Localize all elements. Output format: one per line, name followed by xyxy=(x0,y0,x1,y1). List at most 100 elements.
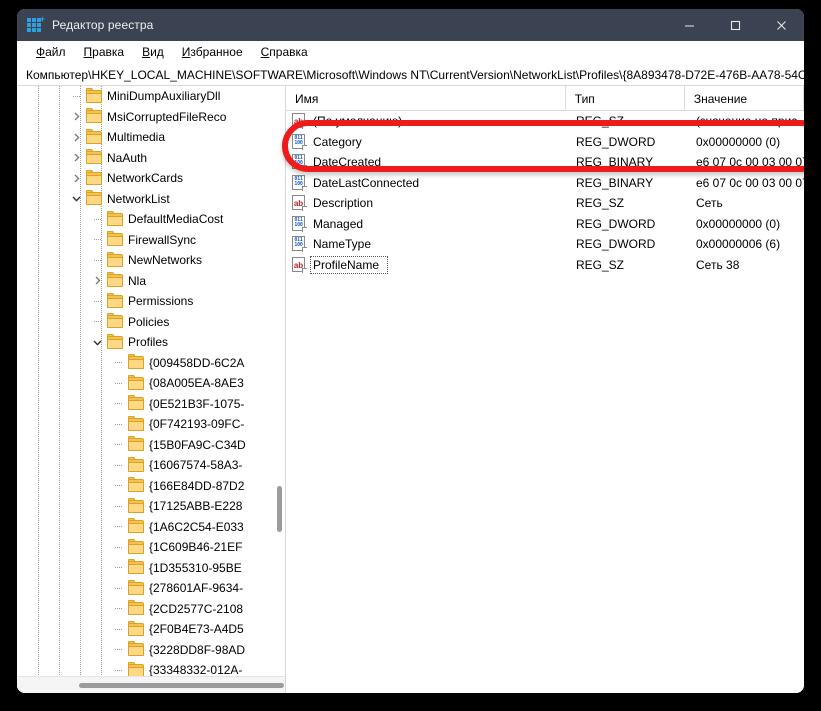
tree-item-18[interactable]: {16067574-58A3- xyxy=(17,455,285,476)
tree-item-17[interactable]: {15B0FA9C-C34D xyxy=(17,435,285,456)
tree-connector xyxy=(111,640,125,660)
value-row-6[interactable]: 011 100 NameType REG_DWORD 0x00000006 (6) xyxy=(286,234,804,255)
value-data: 0x00000000 (0) xyxy=(696,216,781,231)
tree-item-12[interactable]: Profiles xyxy=(17,332,285,353)
tree-connector xyxy=(111,353,125,373)
tree-item-16[interactable]: {0F742193-09FC- xyxy=(17,414,285,435)
folder-icon xyxy=(107,210,123,226)
chevron-right-icon[interactable] xyxy=(69,127,83,147)
tree-item-label: {1A6C2C54-E033 xyxy=(149,519,244,534)
menu-item-0[interactable]: Файл xyxy=(27,45,75,59)
value-row-3[interactable]: 011 100 DateLastConnected REG_BINARY e6 07 0… xyxy=(286,173,804,194)
tree-item-26[interactable]: {2F0B4E73-A4D5 xyxy=(17,619,285,640)
tree-item-label: {15B0FA9C-C34D xyxy=(149,437,246,452)
tree-item-19[interactable]: {166E84DD-87D2 xyxy=(17,476,285,497)
tree-vertical-scroll-thumb[interactable] xyxy=(277,486,282,532)
tree-item-3[interactable]: NaAuth xyxy=(17,148,285,169)
value-data: (значение не прис xyxy=(696,114,798,129)
menu-item-1[interactable]: Правка xyxy=(75,45,134,59)
folder-icon xyxy=(128,641,144,657)
tree-item-27[interactable]: {3228DD8F-98AD xyxy=(17,640,285,661)
folder-icon xyxy=(128,374,144,390)
minimize-button[interactable] xyxy=(666,9,712,41)
tree-item-label: Multimedia xyxy=(107,130,166,145)
tree-item-23[interactable]: {1D355310-95BE xyxy=(17,558,285,579)
tree-item-label: {17125ABB-E228 xyxy=(149,499,243,514)
tree-item-20[interactable]: {17125ABB-E228 xyxy=(17,496,285,517)
tree-item-7[interactable]: FirewallSync xyxy=(17,230,285,251)
tree-item-label: {33348332-012A- xyxy=(149,663,243,676)
value-data: 0x00000006 (6) xyxy=(696,237,781,252)
folder-icon xyxy=(107,231,123,247)
chevron-right-icon[interactable] xyxy=(90,271,104,291)
tree-item-14[interactable]: {08A005EA-8AE3 xyxy=(17,373,285,394)
chevron-right-icon[interactable] xyxy=(69,107,83,127)
tree-item-25[interactable]: {2CD2577C-2108 xyxy=(17,599,285,620)
tree-item-label: MiniDumpAuxiliaryDll xyxy=(107,89,221,104)
value-row-7[interactable]: ab ProfileName REG_SZ Сеть 38 xyxy=(286,255,804,276)
tree-item-0[interactable]: MiniDumpAuxiliaryDll xyxy=(17,86,285,107)
values-column-2[interactable]: Значение xyxy=(685,86,804,111)
value-data: Сеть 38 xyxy=(696,257,740,272)
value-type: REG_SZ xyxy=(576,257,625,272)
tree-item-label: {0F742193-09FC- xyxy=(149,417,245,432)
tree-horizontal-scroll-thumb[interactable] xyxy=(79,683,284,688)
registry-tree-list[interactable]: MiniDumpAuxiliaryDll MsiCorruptedFileReco… xyxy=(17,86,285,676)
folder-icon xyxy=(128,620,144,636)
tree-item-label: NaAuth xyxy=(107,150,148,165)
tree-item-11[interactable]: Policies xyxy=(17,312,285,333)
tree-item-10[interactable]: Permissions xyxy=(17,291,285,312)
value-row-5[interactable]: 011 100 Managed REG_DWORD 0x00000000 (0) xyxy=(286,214,804,235)
tree-connector xyxy=(90,312,104,332)
values-column-1[interactable]: Тип xyxy=(566,86,685,111)
values-column-0[interactable]: Имя xyxy=(286,86,566,111)
tree-item-28[interactable]: {33348332-012A- xyxy=(17,660,285,676)
tree-item-8[interactable]: NewNetworks xyxy=(17,250,285,271)
tree-item-22[interactable]: {1C609B46-21EF xyxy=(17,537,285,558)
value-name: (По умолчанию) xyxy=(313,114,403,129)
string-value-icon: ab xyxy=(291,256,307,273)
binary-value-icon: 011 100 xyxy=(291,236,307,253)
close-button[interactable] xyxy=(758,9,804,41)
tree-item-1[interactable]: MsiCorruptedFileReco xyxy=(17,107,285,128)
string-value-icon: ab xyxy=(291,113,307,130)
tree-connector xyxy=(90,230,104,250)
chevron-down-icon[interactable] xyxy=(69,189,83,209)
value-row-0[interactable]: ab (По умолчанию) REG_SZ (значение не прис xyxy=(286,111,804,132)
tree-item-label: {2CD2577C-2108 xyxy=(149,601,244,616)
tree-item-2[interactable]: Multimedia xyxy=(17,127,285,148)
value-row-1[interactable]: 011 100 Category REG_DWORD 0x00000000 (0) xyxy=(286,132,804,153)
address-bar[interactable]: Компьютер\HKEY_LOCAL_MACHINE\SOFTWARE\Mi… xyxy=(17,64,804,86)
tree-item-13[interactable]: {009458DD-6C2A xyxy=(17,353,285,374)
folder-icon xyxy=(128,415,144,431)
tree-item-5[interactable]: NetworkList xyxy=(17,189,285,210)
tree-item-9[interactable]: Nla xyxy=(17,271,285,292)
tree-vertical-scrollbar[interactable] xyxy=(274,86,284,676)
chevron-right-icon[interactable] xyxy=(69,148,83,168)
values-column-header[interactable]: Имя Тип Значение xyxy=(286,86,804,111)
registry-values-pane[interactable]: Имя Тип Значение ab (По умолчанию) REG_SZ (зн… xyxy=(286,86,804,693)
tree-item-6[interactable]: DefaultMediaCost xyxy=(17,209,285,230)
tree-horizontal-scrollbar[interactable] xyxy=(17,676,285,693)
tree-item-label: {1C609B46-21EF xyxy=(149,540,243,555)
registry-path-text: Компьютер\HKEY_LOCAL_MACHINE\SOFTWARE\Mi… xyxy=(26,67,804,82)
tree-connector xyxy=(111,558,125,578)
menu-item-2[interactable]: Вид xyxy=(133,45,173,59)
value-row-4[interactable]: ab Description REG_SZ Сеть xyxy=(286,193,804,214)
chevron-down-icon[interactable] xyxy=(90,332,104,352)
binary-value-icon: 011 100 xyxy=(291,215,307,232)
tree-item-21[interactable]: {1A6C2C54-E033 xyxy=(17,517,285,538)
value-row-2[interactable]: 011 100 DateCreated REG_BINARY e6 07 0c 00 0… xyxy=(286,152,804,173)
tree-item-4[interactable]: NetworkCards xyxy=(17,168,285,189)
menu-item-3[interactable]: Избранное xyxy=(173,45,252,59)
tree-item-24[interactable]: {278601AF-9634- xyxy=(17,578,285,599)
tree-connector xyxy=(69,86,83,106)
tree-item-15[interactable]: {0E521B3F-1075- xyxy=(17,394,285,415)
content-panes: MiniDumpAuxiliaryDll MsiCorruptedFileReco… xyxy=(17,86,804,693)
registry-tree-pane[interactable]: MiniDumpAuxiliaryDll MsiCorruptedFileReco… xyxy=(17,86,286,693)
maximize-button[interactable] xyxy=(712,9,758,41)
values-list[interactable]: ab (По умолчанию) REG_SZ (значение не прис 0… xyxy=(286,111,804,275)
value-data: e6 07 0c 00 03 00 07 xyxy=(696,175,804,190)
menu-item-4[interactable]: Справка xyxy=(252,45,317,59)
chevron-right-icon[interactable] xyxy=(69,168,83,188)
